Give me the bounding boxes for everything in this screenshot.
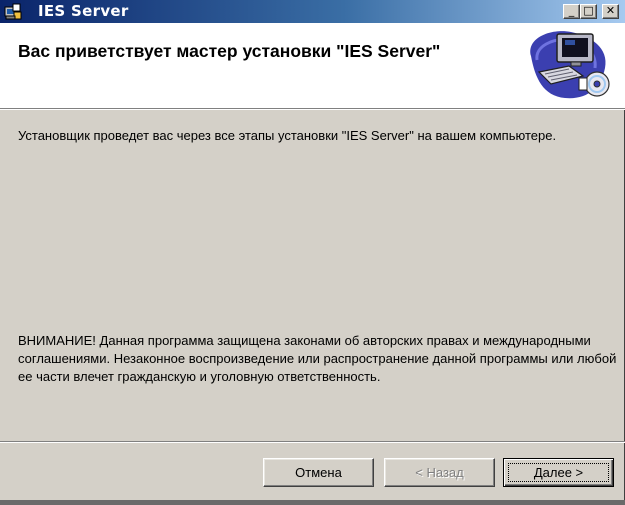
close-button[interactable]: ✕ [602, 4, 619, 19]
header-divider [0, 108, 625, 110]
cancel-button-label: Отмена [295, 465, 342, 480]
back-button[interactable]: < Назад [384, 458, 495, 487]
maximize-button[interactable]: □ [580, 4, 597, 19]
next-button[interactable]: Далее > [503, 458, 614, 487]
installer-app-icon[interactable] [4, 3, 22, 20]
bottom-edge [0, 500, 625, 505]
footer-divider [0, 441, 625, 443]
setup-computer-disc-icon [530, 31, 610, 99]
copyright-warning-text: ВНИМАНИЕ! Данная программа защищена зако… [18, 333, 617, 384]
wizard-title: Вас приветствует мастер установки "IES S… [18, 41, 441, 61]
installer-window: IES Server _ □ ✕ Вас приветствует мастер… [0, 0, 625, 505]
window-title: IES Server [38, 2, 129, 20]
next-button-label: Далее > [533, 465, 584, 480]
wizard-header: Вас приветствует мастер установки "IES S… [0, 23, 625, 108]
title-bar[interactable]: IES Server _ □ ✕ [0, 0, 625, 23]
minimize-button[interactable]: _ [563, 4, 580, 19]
back-button-label: < Назад [415, 465, 464, 480]
cancel-button[interactable]: Отмена [263, 458, 374, 487]
intro-text: Установщик проведет вас через все этапы … [18, 128, 557, 143]
